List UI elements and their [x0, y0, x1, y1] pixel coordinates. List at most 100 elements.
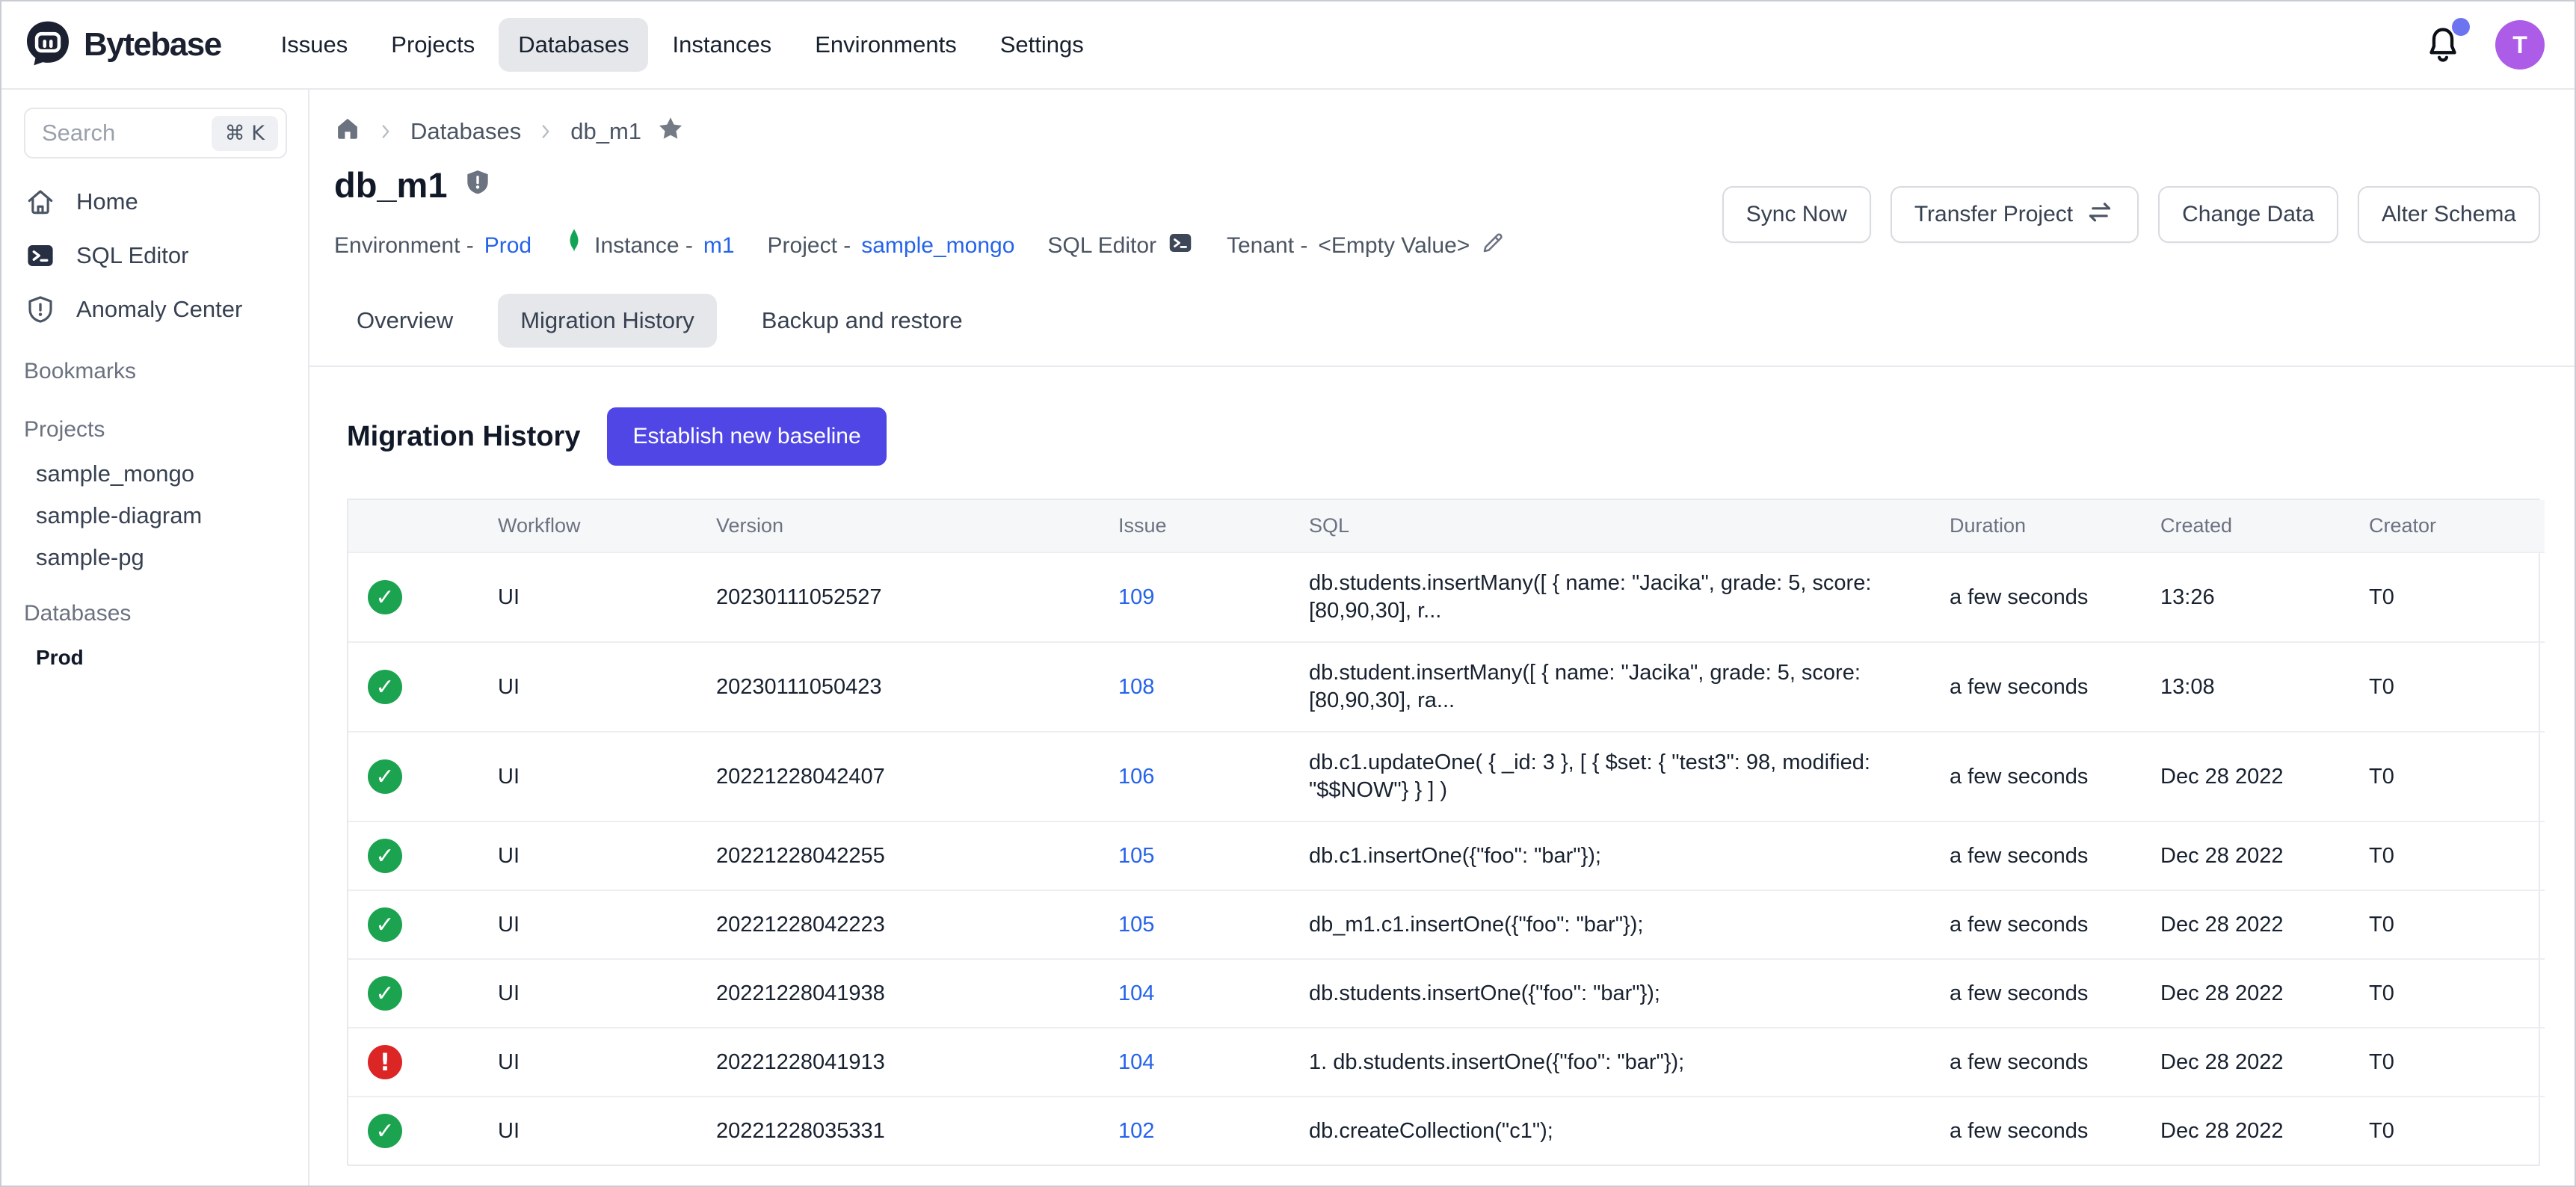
meta-environment: Environment - Prod: [334, 233, 531, 259]
table-row[interactable]: UI 20221228041938 104 db.students.insert…: [348, 959, 2545, 1028]
breadcrumb-home-icon[interactable]: [334, 115, 361, 148]
sidebar-item-label: Home: [76, 188, 138, 215]
workflow-cell: UI: [498, 959, 716, 1028]
sidebar-section-projects: Projects: [24, 407, 287, 453]
creator-cell: T0: [2369, 732, 2545, 821]
status-icon: [368, 907, 402, 942]
sql-editor-label: SQL Editor: [1047, 233, 1156, 259]
sidebar-nav: Home SQL Editor: [24, 175, 287, 679]
meta-sql-editor[interactable]: SQL Editor: [1047, 229, 1194, 262]
sql-cell: db_m1.c1.insertOne({"foo": "bar"});: [1309, 911, 1933, 939]
sidebar-section-databases: Databases: [24, 591, 287, 637]
duration-cell: a few seconds: [1950, 890, 2160, 959]
meta-tenant: Tenant - <Empty Value>: [1227, 230, 1506, 262]
status-icon: [368, 670, 402, 704]
brand-name: Bytebase: [84, 26, 221, 64]
table-row[interactable]: UI 20221228042407 106 db.c1.updateOne( {…: [348, 732, 2545, 821]
change-data-button[interactable]: Change Data: [2158, 186, 2338, 243]
table-row[interactable]: UI 20230111050423 108 db.student.insertM…: [348, 642, 2545, 732]
sql-cell: db.students.insertOne({"foo": "bar"});: [1309, 980, 1933, 1008]
col-duration: Duration: [1950, 500, 2160, 552]
transfer-arrows-icon: [2085, 197, 2115, 232]
table-row[interactable]: UI 20221228041913 104 1. db.students.ins…: [348, 1028, 2545, 1097]
migration-history-header: Migration History Establish new baseline: [334, 407, 2540, 466]
table-row[interactable]: UI 20221228035331 102 db.createCollectio…: [348, 1097, 2545, 1165]
topnav-item[interactable]: Databases: [499, 18, 648, 72]
notification-bell-button[interactable]: [2424, 24, 2462, 66]
db-header-row: db_m1 Environment - Prod: [334, 164, 2540, 264]
bytebase-logo[interactable]: Bytebase: [24, 19, 221, 71]
star-icon[interactable]: [656, 114, 685, 149]
environment-link[interactable]: Prod: [484, 233, 531, 259]
col-creator: Creator: [2369, 500, 2545, 552]
table-header-row: Workflow Version Issue SQL Duration Crea…: [348, 500, 2545, 552]
instance-link[interactable]: m1: [703, 233, 735, 259]
issue-link[interactable]: 102: [1118, 1119, 1154, 1143]
sidebar-project-sample-mongo[interactable]: sample_mongo: [24, 453, 287, 495]
topnav-item[interactable]: Issues: [262, 18, 368, 72]
search-shortcut-hint: ⌘ K: [212, 116, 278, 151]
pencil-icon[interactable]: [1480, 230, 1506, 262]
establish-baseline-button[interactable]: Establish new baseline: [607, 407, 886, 466]
duration-cell: a few seconds: [1950, 959, 2160, 1028]
topnav-item[interactable]: Projects: [372, 18, 494, 72]
creator-cell: T0: [2369, 552, 2545, 642]
duration-cell: a few seconds: [1950, 1028, 2160, 1097]
topnav-item[interactable]: Environments: [795, 18, 976, 72]
version-cell: 20221228041938: [716, 959, 1118, 1028]
sidebar-project-sample-diagram[interactable]: sample-diagram: [24, 495, 287, 537]
avatar[interactable]: T: [2495, 20, 2545, 70]
topnav-item[interactable]: Instances: [653, 18, 791, 72]
version-cell: 20221228041913: [716, 1028, 1118, 1097]
sidebar-item-home[interactable]: Home: [24, 175, 287, 229]
sync-now-button[interactable]: Sync Now: [1722, 186, 1871, 243]
workflow-cell: UI: [498, 1097, 716, 1165]
project-link[interactable]: sample_mongo: [861, 233, 1014, 259]
section-title: Migration History: [347, 421, 580, 453]
sidebar-item-anomaly-center[interactable]: Anomaly Center: [24, 283, 287, 336]
transfer-project-button[interactable]: Transfer Project: [1891, 186, 2139, 243]
created-cell: Dec 28 2022: [2160, 959, 2369, 1028]
tab[interactable]: Backup and restore: [739, 294, 985, 348]
issue-link[interactable]: 109: [1118, 585, 1154, 609]
table-row[interactable]: UI 20221228042255 105 db.c1.insertOne({"…: [348, 821, 2545, 890]
sidebar-project-sample-pg[interactable]: sample-pg: [24, 537, 287, 579]
version-cell: 20221228042255: [716, 821, 1118, 890]
version-cell: 20230111052527: [716, 552, 1118, 642]
sidebar-item-sql-editor[interactable]: SQL Editor: [24, 229, 287, 283]
tab[interactable]: Migration History: [498, 294, 717, 348]
col-version: Version: [716, 500, 1118, 552]
issue-link[interactable]: 104: [1118, 981, 1154, 1005]
status-icon: [368, 580, 402, 614]
breadcrumb-databases[interactable]: Databases: [410, 118, 521, 145]
search-input[interactable]: [42, 120, 172, 147]
col-status: [348, 500, 498, 552]
tab[interactable]: Overview: [334, 294, 475, 348]
version-cell: 20221228042223: [716, 890, 1118, 959]
db-actions: Sync Now Transfer Project Change Data Al…: [1722, 186, 2540, 243]
table-row[interactable]: UI 20230111052527 109 db.students.insert…: [348, 552, 2545, 642]
version-cell: 20221228042407: [716, 732, 1118, 821]
table-row[interactable]: UI 20221228042223 105 db_m1.c1.insertOne…: [348, 890, 2545, 959]
sql-cell: 1. db.students.insertOne({"foo": "bar"})…: [1309, 1049, 1933, 1076]
shield-icon: [463, 164, 493, 206]
sidebar-item-label: SQL Editor: [76, 242, 188, 269]
status-icon: [368, 759, 402, 794]
created-cell: Dec 28 2022: [2160, 821, 2369, 890]
issue-link[interactable]: 105: [1118, 844, 1154, 868]
issue-link[interactable]: 106: [1118, 765, 1154, 789]
status-icon: [368, 976, 402, 1011]
topnav-item[interactable]: Settings: [981, 18, 1103, 72]
chevron-right-icon: [536, 122, 555, 141]
status-icon: [368, 1114, 402, 1148]
workflow-cell: UI: [498, 732, 716, 821]
issue-link[interactable]: 105: [1118, 913, 1154, 937]
sidebar-database-group-prod[interactable]: Prod: [24, 637, 287, 679]
creator-cell: T0: [2369, 642, 2545, 732]
issue-link[interactable]: 104: [1118, 1050, 1154, 1074]
created-cell: Dec 28 2022: [2160, 1097, 2369, 1165]
col-created: Created: [2160, 500, 2369, 552]
sql-cell: db.c1.updateOne( { _id: 3 }, [ { $set: {…: [1309, 749, 1933, 804]
issue-link[interactable]: 108: [1118, 675, 1154, 699]
alter-schema-button[interactable]: Alter Schema: [2358, 186, 2540, 243]
